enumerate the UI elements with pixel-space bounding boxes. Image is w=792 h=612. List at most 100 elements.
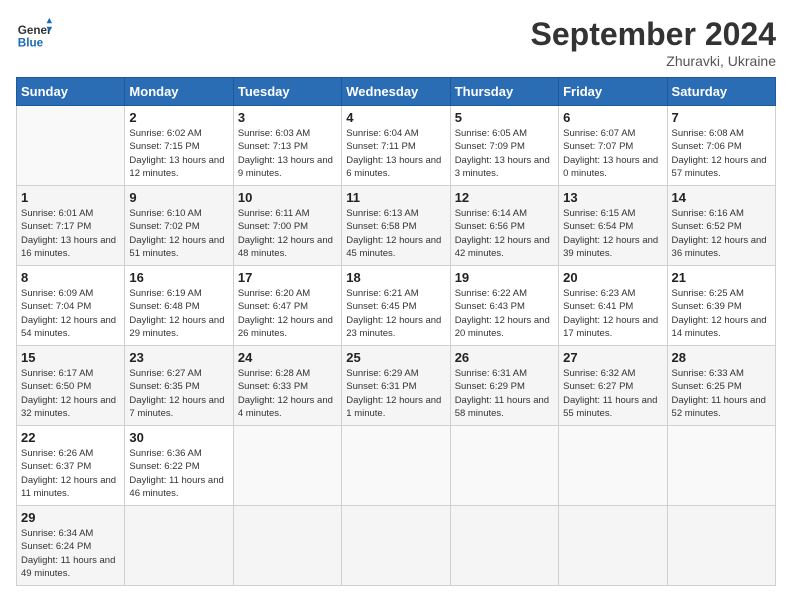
sunrise-text: Sunrise: 6:23 AM (563, 288, 635, 299)
day-number: 22 (21, 430, 120, 445)
col-header-friday: Friday (559, 78, 667, 106)
daylight-text: Daylight: 12 hours and 1 minute. (346, 395, 441, 419)
calendar-week-row: 1 Sunrise: 6:01 AM Sunset: 7:17 PM Dayli… (17, 186, 776, 266)
sunset-text: Sunset: 6:22 PM (129, 461, 199, 472)
day-number: 19 (455, 270, 554, 285)
calendar-day-cell (450, 506, 558, 586)
sunset-text: Sunset: 6:50 PM (21, 381, 91, 392)
day-number: 28 (672, 350, 771, 365)
day-info: Sunrise: 6:29 AM Sunset: 6:31 PM Dayligh… (346, 367, 445, 420)
calendar-day-cell: 9 Sunrise: 6:10 AM Sunset: 7:02 PM Dayli… (125, 186, 233, 266)
month-title: September 2024 (531, 16, 776, 53)
calendar-day-cell: 23 Sunrise: 6:27 AM Sunset: 6:35 PM Dayl… (125, 346, 233, 426)
calendar-day-cell: 11 Sunrise: 6:13 AM Sunset: 6:58 PM Dayl… (342, 186, 450, 266)
day-info: Sunrise: 6:23 AM Sunset: 6:41 PM Dayligh… (563, 287, 662, 340)
daylight-text: Daylight: 12 hours and 7 minutes. (129, 395, 224, 419)
calendar-day-cell: 13 Sunrise: 6:15 AM Sunset: 6:54 PM Dayl… (559, 186, 667, 266)
day-number: 1 (21, 190, 120, 205)
sunset-text: Sunset: 6:56 PM (455, 221, 525, 232)
calendar-day-cell: 25 Sunrise: 6:29 AM Sunset: 6:31 PM Dayl… (342, 346, 450, 426)
sunset-text: Sunset: 6:54 PM (563, 221, 633, 232)
col-header-saturday: Saturday (667, 78, 775, 106)
daylight-text: Daylight: 12 hours and 29 minutes. (129, 315, 224, 339)
sunset-text: Sunset: 6:27 PM (563, 381, 633, 392)
sunset-text: Sunset: 6:37 PM (21, 461, 91, 472)
col-header-wednesday: Wednesday (342, 78, 450, 106)
daylight-text: Daylight: 11 hours and 49 minutes. (21, 555, 115, 579)
daylight-text: Daylight: 12 hours and 45 minutes. (346, 235, 441, 259)
daylight-text: Daylight: 12 hours and 57 minutes. (672, 155, 767, 179)
calendar-week-row: 22 Sunrise: 6:26 AM Sunset: 6:37 PM Dayl… (17, 426, 776, 506)
calendar-day-cell (125, 506, 233, 586)
day-info: Sunrise: 6:33 AM Sunset: 6:25 PM Dayligh… (672, 367, 771, 420)
day-info: Sunrise: 6:27 AM Sunset: 6:35 PM Dayligh… (129, 367, 228, 420)
daylight-text: Daylight: 11 hours and 55 minutes. (563, 395, 657, 419)
daylight-text: Daylight: 13 hours and 16 minutes. (21, 235, 116, 259)
day-info: Sunrise: 6:01 AM Sunset: 7:17 PM Dayligh… (21, 207, 120, 260)
sunset-text: Sunset: 6:29 PM (455, 381, 525, 392)
day-info: Sunrise: 6:36 AM Sunset: 6:22 PM Dayligh… (129, 447, 228, 500)
daylight-text: Daylight: 12 hours and 11 minutes. (21, 475, 116, 499)
sunrise-text: Sunrise: 6:22 AM (455, 288, 527, 299)
day-info: Sunrise: 6:25 AM Sunset: 6:39 PM Dayligh… (672, 287, 771, 340)
calendar-day-cell (342, 426, 450, 506)
calendar-day-cell: 1 Sunrise: 6:01 AM Sunset: 7:17 PM Dayli… (17, 186, 125, 266)
sunrise-text: Sunrise: 6:26 AM (21, 448, 93, 459)
calendar-day-cell: 2 Sunrise: 6:02 AM Sunset: 7:15 PM Dayli… (125, 106, 233, 186)
day-info: Sunrise: 6:19 AM Sunset: 6:48 PM Dayligh… (129, 287, 228, 340)
day-info: Sunrise: 6:31 AM Sunset: 6:29 PM Dayligh… (455, 367, 554, 420)
sunset-text: Sunset: 7:00 PM (238, 221, 308, 232)
daylight-text: Daylight: 12 hours and 36 minutes. (672, 235, 767, 259)
calendar-day-cell (667, 506, 775, 586)
day-number: 25 (346, 350, 445, 365)
calendar-day-cell (233, 426, 341, 506)
daylight-text: Daylight: 12 hours and 32 minutes. (21, 395, 116, 419)
calendar-day-cell: 10 Sunrise: 6:11 AM Sunset: 7:00 PM Dayl… (233, 186, 341, 266)
sunrise-text: Sunrise: 6:33 AM (672, 368, 744, 379)
day-number: 12 (455, 190, 554, 205)
calendar-day-cell: 19 Sunrise: 6:22 AM Sunset: 6:43 PM Dayl… (450, 266, 558, 346)
sunrise-text: Sunrise: 6:32 AM (563, 368, 635, 379)
sunset-text: Sunset: 7:04 PM (21, 301, 91, 312)
day-number: 20 (563, 270, 662, 285)
day-info: Sunrise: 6:17 AM Sunset: 6:50 PM Dayligh… (21, 367, 120, 420)
sunset-text: Sunset: 7:06 PM (672, 141, 742, 152)
sunset-text: Sunset: 7:07 PM (563, 141, 633, 152)
day-info: Sunrise: 6:26 AM Sunset: 6:37 PM Dayligh… (21, 447, 120, 500)
sunrise-text: Sunrise: 6:25 AM (672, 288, 744, 299)
calendar-day-cell (342, 506, 450, 586)
day-number: 23 (129, 350, 228, 365)
sunset-text: Sunset: 6:43 PM (455, 301, 525, 312)
calendar-day-cell: 7 Sunrise: 6:08 AM Sunset: 7:06 PM Dayli… (667, 106, 775, 186)
sunset-text: Sunset: 6:31 PM (346, 381, 416, 392)
calendar-day-cell (450, 426, 558, 506)
sunrise-text: Sunrise: 6:01 AM (21, 208, 93, 219)
calendar-week-row: 8 Sunrise: 6:09 AM Sunset: 7:04 PM Dayli… (17, 266, 776, 346)
daylight-text: Daylight: 12 hours and 20 minutes. (455, 315, 550, 339)
calendar-day-cell (667, 426, 775, 506)
calendar-day-cell: 3 Sunrise: 6:03 AM Sunset: 7:13 PM Dayli… (233, 106, 341, 186)
col-header-thursday: Thursday (450, 78, 558, 106)
calendar-table: SundayMondayTuesdayWednesdayThursdayFrid… (16, 77, 776, 586)
calendar-day-cell: 24 Sunrise: 6:28 AM Sunset: 6:33 PM Dayl… (233, 346, 341, 426)
daylight-text: Daylight: 11 hours and 52 minutes. (672, 395, 766, 419)
daylight-text: Daylight: 12 hours and 54 minutes. (21, 315, 116, 339)
day-info: Sunrise: 6:21 AM Sunset: 6:45 PM Dayligh… (346, 287, 445, 340)
sunset-text: Sunset: 7:09 PM (455, 141, 525, 152)
calendar-day-cell: 8 Sunrise: 6:09 AM Sunset: 7:04 PM Dayli… (17, 266, 125, 346)
sunrise-text: Sunrise: 6:08 AM (672, 128, 744, 139)
calendar-week-row: 29 Sunrise: 6:34 AM Sunset: 6:24 PM Dayl… (17, 506, 776, 586)
sunset-text: Sunset: 7:02 PM (129, 221, 199, 232)
day-number: 15 (21, 350, 120, 365)
day-number: 14 (672, 190, 771, 205)
calendar-day-cell: 22 Sunrise: 6:26 AM Sunset: 6:37 PM Dayl… (17, 426, 125, 506)
day-number: 6 (563, 110, 662, 125)
sunrise-text: Sunrise: 6:19 AM (129, 288, 201, 299)
sunrise-text: Sunrise: 6:04 AM (346, 128, 418, 139)
sunrise-text: Sunrise: 6:10 AM (129, 208, 201, 219)
col-header-tuesday: Tuesday (233, 78, 341, 106)
sunrise-text: Sunrise: 6:28 AM (238, 368, 310, 379)
day-number: 4 (346, 110, 445, 125)
day-info: Sunrise: 6:10 AM Sunset: 7:02 PM Dayligh… (129, 207, 228, 260)
day-info: Sunrise: 6:09 AM Sunset: 7:04 PM Dayligh… (21, 287, 120, 340)
